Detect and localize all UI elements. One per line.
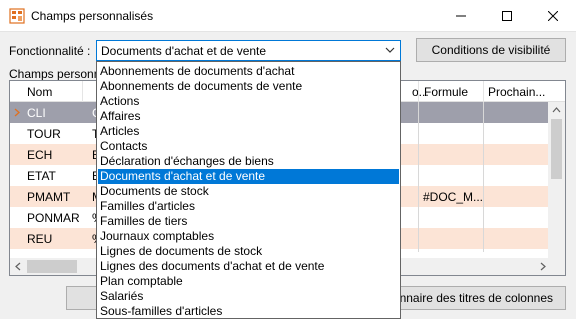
app-icon [9, 8, 25, 24]
vertical-scrollbar[interactable] [548, 102, 565, 260]
dropdown-option[interactable]: Journaux comptables [98, 229, 399, 244]
column-gridline [418, 102, 419, 252]
dropdown-option[interactable]: Abonnements de documents de vente [98, 79, 399, 94]
maximize-button[interactable] [484, 0, 530, 32]
feature-label: Fonctionnalité : [9, 44, 91, 58]
cell-formula: #DOC_M... [423, 190, 484, 204]
dropdown-option[interactable]: Déclaration d'échanges de biens [98, 154, 399, 169]
cell-name: PONMAR [27, 211, 80, 225]
dropdown-option[interactable]: Salariés [98, 289, 399, 304]
vertical-scroll-thumb[interactable] [551, 119, 562, 179]
feature-dropdown-list[interactable]: Abonnements de documents d'achat Abonnem… [96, 61, 401, 319]
column-gridline [483, 102, 484, 252]
maximize-icon [502, 11, 512, 21]
cell-name: CLI [27, 106, 46, 120]
column-separator [82, 81, 83, 102]
minimize-icon [456, 15, 466, 17]
scroll-up-icon [552, 107, 561, 113]
minimize-button[interactable] [438, 0, 484, 32]
horizontal-scroll-thumb[interactable] [27, 260, 77, 273]
cell-name: TOUR [27, 127, 61, 141]
feature-combobox[interactable]: Documents d'achat et de vente [96, 40, 401, 61]
dropdown-option[interactable]: Contacts [98, 139, 399, 154]
column-separator [418, 81, 419, 102]
dropdown-option[interactable]: Articles [98, 124, 399, 139]
dropdown-option[interactable]: Abonnements de documents d'achat [98, 64, 399, 79]
dropdown-option[interactable]: Sous-familles d'articles [98, 304, 399, 318]
cell-name: ECH [27, 148, 53, 162]
column-header-next[interactable]: Prochain... [488, 85, 545, 99]
dropdown-option[interactable]: Lignes de documents de stock [98, 244, 399, 259]
dropdown-option[interactable]: Actions [98, 94, 399, 109]
chevron-down-icon [385, 47, 395, 53]
feature-combobox-value: Documents d'achat et de vente [101, 44, 267, 58]
cell-name: REU [27, 232, 53, 246]
title-bar: Champs personnalisés [0, 0, 576, 32]
dropdown-option[interactable]: Documents de stock [98, 184, 399, 199]
fields-label: Champs personn [9, 67, 101, 81]
window-title: Champs personnalisés [31, 9, 154, 23]
cell-name: PMAMT [27, 190, 71, 204]
dropdown-option[interactable]: Familles de tiers [98, 214, 399, 229]
scroll-left-icon [15, 262, 21, 271]
column-titles-dictionary-button[interactable]: onnaire des titres de colonnes [380, 286, 566, 310]
dropdown-option[interactable]: Affaires [98, 109, 399, 124]
visibility-conditions-button[interactable]: Conditions de visibilité [416, 38, 566, 62]
column-header-formula[interactable]: Formule [424, 85, 468, 99]
dropdown-option[interactable]: Familles d'articles [98, 199, 399, 214]
dropdown-option-selected[interactable]: Documents d'achat et de vente [98, 169, 399, 184]
dropdown-option[interactable]: Lignes des documents d'achat et de vente [98, 259, 399, 274]
column-separator [483, 81, 484, 102]
cell-name: ETAT [27, 169, 56, 183]
close-button[interactable] [530, 0, 576, 32]
column-header-name[interactable]: Nom [27, 85, 52, 99]
scroll-right-icon [540, 262, 546, 271]
close-icon [548, 11, 558, 21]
window: Champs personnalisés Fonctionnalité : Do… [0, 0, 576, 319]
row-pointer-icon [14, 108, 20, 117]
dropdown-option[interactable]: Plan comptable [98, 274, 399, 289]
